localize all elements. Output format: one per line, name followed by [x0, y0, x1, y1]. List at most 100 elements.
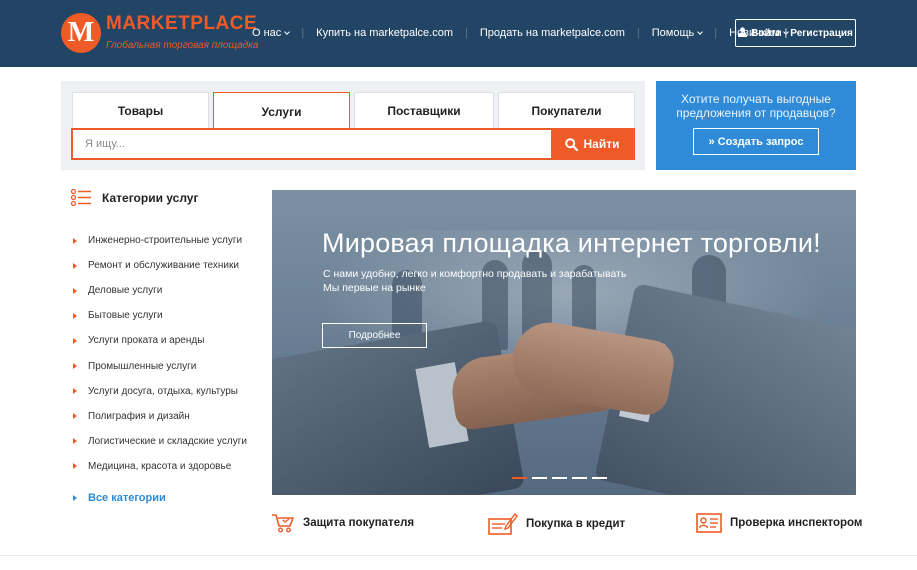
caret-right-icon	[73, 463, 77, 470]
chevron-down-icon	[697, 28, 704, 35]
caret-right-icon	[73, 237, 77, 244]
search-input[interactable]	[73, 130, 553, 158]
nav-divider: |	[636, 27, 640, 39]
search-button-label: Найти	[583, 137, 620, 151]
category-label: Логистические и складские услуги	[88, 435, 247, 447]
caret-right-icon	[73, 438, 77, 445]
category-item[interactable]: Услуги проката и аренды	[71, 328, 261, 353]
promo-text: Хотите получать выгодные предложения от …	[676, 92, 836, 120]
feature-inspection[interactable]: Проверка инспектором	[696, 512, 862, 534]
feature-credit-purchase[interactable]: Покупка в кредит	[488, 512, 625, 536]
feature-label: Защита покупателя	[303, 517, 415, 529]
category-item[interactable]: Промышленные услуги	[71, 353, 261, 378]
hero-subtitle: С нами удобно, легко и комфортно продава…	[323, 267, 723, 295]
category-item[interactable]: Инженерно-строительные услуги	[71, 228, 261, 253]
login-divider: |	[784, 27, 788, 39]
category-label: Полиграфия и дизайн	[88, 410, 190, 422]
category-label: Услуги досуга, отдыха, культуры	[88, 385, 238, 397]
credit-form-icon	[488, 512, 518, 535]
category-label: Деловые услуги	[88, 285, 163, 297]
categories-title: Категории услуг	[102, 190, 199, 205]
category-item[interactable]: Полиграфия и дизайн	[71, 404, 261, 429]
caret-right-icon	[73, 495, 77, 501]
hero-subtitle-line: С нами удобно, легко и комфортно продава…	[323, 268, 627, 280]
caret-right-icon	[73, 337, 77, 344]
category-item[interactable]: Услуги досуга, отдыха, культуры	[71, 379, 261, 404]
top-header: M MARKETPLACE Глобальная торговая площад…	[0, 0, 917, 67]
category-item[interactable]: Бытовые услуги	[71, 303, 261, 328]
tab-buyers[interactable]: Покупатели	[498, 92, 635, 129]
create-request-label: Создать запрос	[717, 135, 804, 148]
main-nav: О нас | Купить на marketpalce.com | Прод…	[252, 27, 800, 39]
nav-divider: |	[714, 27, 718, 39]
caret-right-icon	[73, 262, 77, 269]
caret-right-icon	[73, 363, 77, 370]
create-request-button[interactable]: » Создать запрос	[693, 128, 819, 155]
slider-dots	[512, 477, 612, 479]
caret-right-icon	[73, 312, 77, 319]
login-link[interactable]: Войти	[751, 28, 782, 39]
nav-item-sell[interactable]: Продать на marketpalce.com	[480, 27, 625, 39]
category-label: Инженерно-строительные услуги	[88, 235, 243, 247]
category-label: Промышленные услуги	[88, 360, 197, 372]
category-label: Медицина, красота и здоровье	[88, 460, 232, 472]
slider-dot[interactable]	[532, 477, 547, 479]
hero-subtitle-line: Мы первые на рынке	[323, 282, 426, 294]
feature-label: Проверка инспектором	[730, 517, 863, 529]
nav-divider: |	[465, 27, 468, 39]
more-details-button[interactable]: Подробнее	[322, 323, 427, 348]
tab-suppliers[interactable]: Поставщики	[354, 92, 494, 129]
search-tabs: Товары Услуги Поставщики Покупатели	[72, 92, 635, 130]
feature-label: Покупка в кредит	[526, 518, 626, 530]
double-chevron-right-icon: »	[708, 135, 715, 148]
caret-right-icon	[73, 388, 77, 395]
tab-services[interactable]: Услуги	[213, 92, 350, 130]
all-categories-label: Все категории	[88, 492, 166, 504]
nav-item-label: Купить на marketpalce.com	[316, 27, 454, 39]
search-button[interactable]: Найти	[551, 130, 633, 158]
category-label: Бытовые услуги	[88, 310, 163, 322]
search-icon	[564, 137, 578, 151]
login-register-button[interactable]: Войти | Регистрация	[735, 19, 856, 47]
chevron-down-icon	[284, 28, 291, 35]
slider-dot[interactable]	[592, 477, 607, 479]
logo-name[interactable]: MARKETPLACE	[106, 13, 257, 35]
nav-item-label: Продать на marketpalce.com	[479, 27, 625, 39]
cart-shield-icon	[272, 514, 294, 533]
nav-item-about[interactable]: О нас	[252, 27, 291, 39]
hero-title: Мировая площадка интернет торговли!	[322, 228, 821, 258]
categories-header: Категории услуг	[71, 189, 198, 206]
tab-goods[interactable]: Товары	[72, 92, 209, 129]
feature-buyer-protection[interactable]: Защита покупателя	[271, 512, 414, 534]
slider-dot[interactable]	[552, 477, 567, 479]
user-icon	[738, 26, 748, 40]
category-item[interactable]: Логистические и складские услуги	[71, 429, 261, 454]
request-promo: Хотите получать выгодные предложения от …	[656, 81, 856, 170]
logo-tagline: Глобальная торговая площадка	[106, 40, 259, 51]
caret-right-icon	[73, 413, 77, 420]
slider-dot[interactable]	[572, 477, 587, 479]
list-icon	[71, 189, 91, 206]
category-label: Ремонт и обслуживание техники	[88, 260, 239, 272]
nav-item-buy[interactable]: Купить на marketpalce.com	[316, 27, 453, 39]
category-label: Услуги проката и аренды	[88, 335, 205, 347]
footer-divider	[0, 555, 917, 556]
inspection-card-icon	[696, 513, 722, 533]
category-item[interactable]: Деловые услуги	[71, 278, 261, 303]
nav-item-label: Помощь	[651, 27, 695, 39]
hero-banner: Мировая площадка интернет торговли! С на…	[272, 190, 856, 495]
slider-dot[interactable]	[512, 477, 527, 479]
features-row: Защита покупателя Покупка в кредит Прове…	[271, 512, 871, 536]
nav-item-label: О нас	[252, 27, 282, 39]
all-categories-link[interactable]: Все категории	[71, 492, 166, 504]
category-list: Инженерно-строительные услуги Ремонт и о…	[71, 228, 261, 479]
search-panel: Товары Услуги Поставщики Покупатели Найт…	[61, 81, 645, 170]
category-item[interactable]: Медицина, красота и здоровье	[71, 454, 261, 479]
logo-icon[interactable]: M	[61, 13, 101, 53]
search-bar: Найти	[71, 128, 635, 160]
category-item[interactable]: Ремонт и обслуживание техники	[71, 253, 261, 278]
nav-divider: |	[301, 27, 305, 39]
register-link[interactable]: Регистрация	[790, 28, 853, 39]
nav-item-help[interactable]: Помощь	[651, 27, 704, 39]
caret-right-icon	[73, 287, 77, 294]
